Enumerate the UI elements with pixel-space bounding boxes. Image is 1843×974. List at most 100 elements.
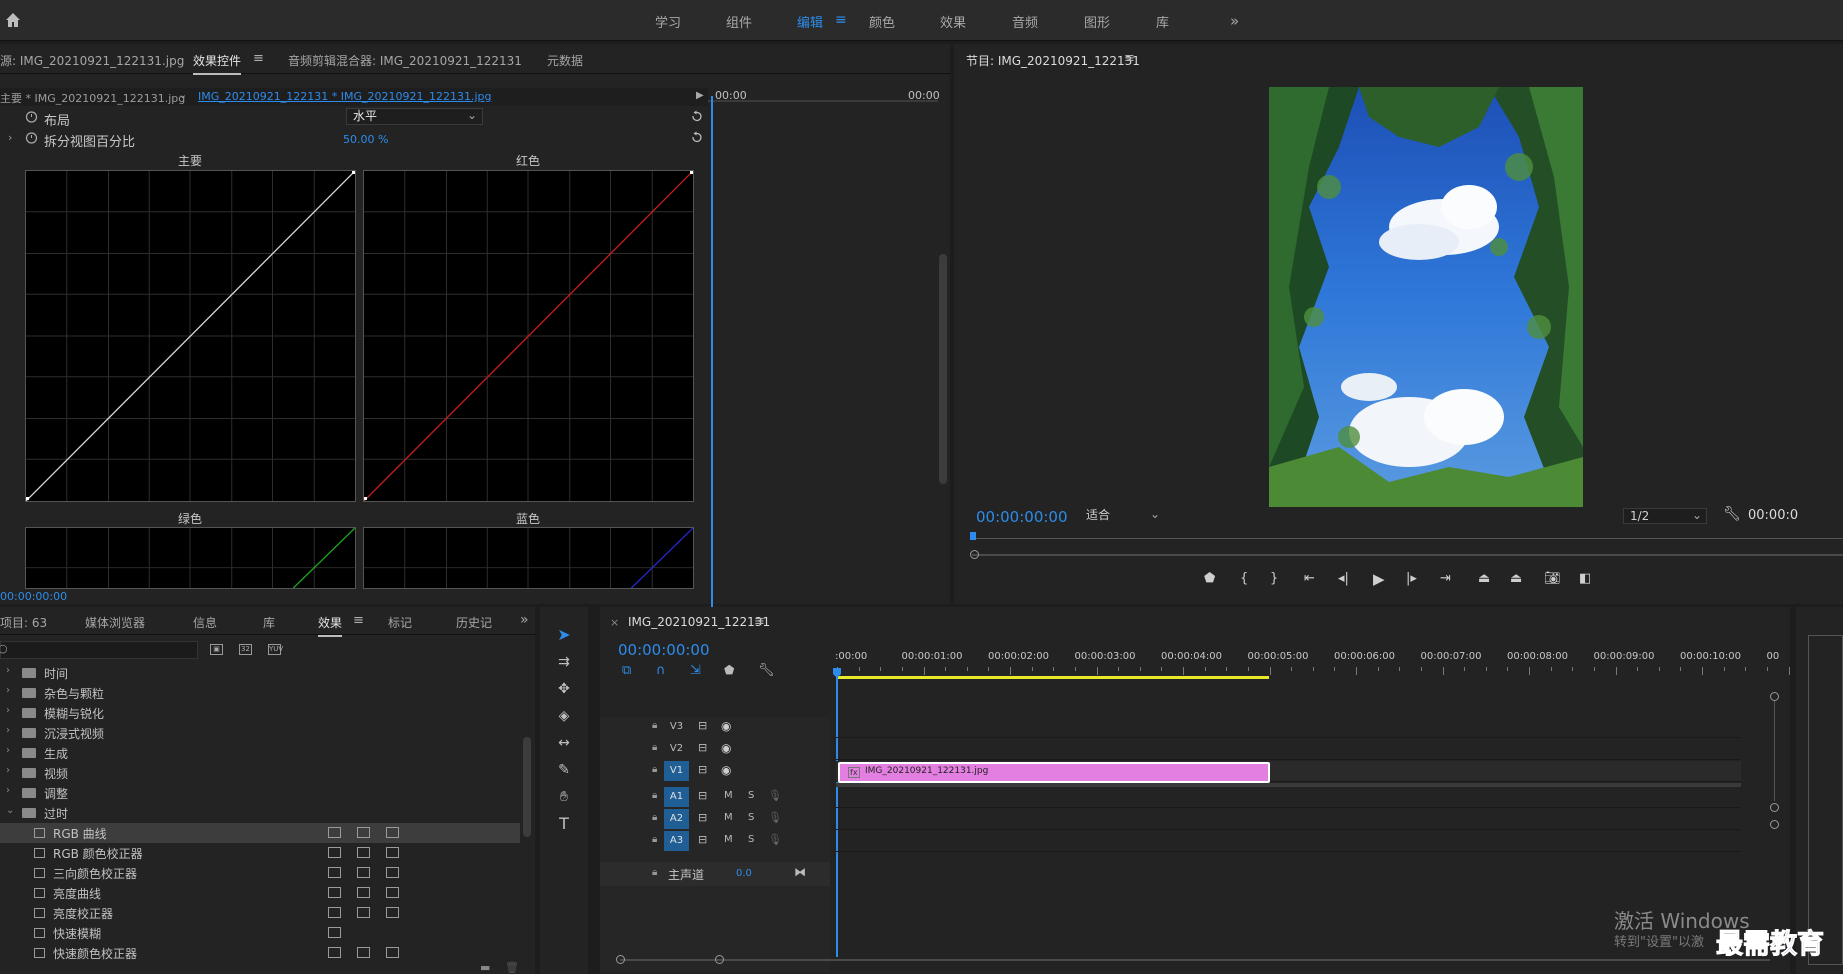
type-tool-icon[interactable]: T bbox=[553, 813, 575, 835]
accelerated-effects-icon[interactable]: ▣ bbox=[210, 644, 223, 655]
lock-icon[interactable]: 🔒︎ bbox=[652, 720, 657, 731]
workspace-learn[interactable]: 学习 bbox=[655, 12, 681, 31]
track-lane-v3[interactable] bbox=[836, 717, 1741, 738]
export-frame-icon[interactable]: 📷︎ bbox=[1544, 571, 1561, 586]
effect-folder[interactable]: › 杂色与颗粒 bbox=[0, 683, 520, 703]
sync-lock-icon[interactable]: ⊟ bbox=[698, 741, 707, 754]
lock-icon[interactable]: 🔒︎ bbox=[652, 790, 657, 801]
workspace-effects[interactable]: 效果 bbox=[940, 12, 966, 31]
sequence-clip-label[interactable]: IMG_20210921_122131 * IMG_20210921_12213… bbox=[198, 90, 492, 103]
compare-view-icon[interactable]: ◧ bbox=[1579, 571, 1591, 586]
tab-media-browser[interactable]: 媒体浏览器 bbox=[85, 614, 145, 631]
workspace-graphics[interactable]: 图形 bbox=[1084, 12, 1110, 31]
effect-folder[interactable]: › 调整 bbox=[0, 783, 520, 803]
time-ruler[interactable]: :00:00 00:00:01:00 00:00:02:00 00:00:03:00 0… bbox=[835, 651, 1833, 687]
mark-out-icon[interactable]: } bbox=[1270, 571, 1278, 586]
chevron-right-icon[interactable]: › bbox=[6, 705, 10, 716]
microphone-icon[interactable]: 🎙︎ bbox=[768, 833, 782, 846]
reset-icon[interactable] bbox=[690, 110, 703, 123]
slip-tool-icon[interactable]: ↔ bbox=[553, 732, 575, 754]
chevron-right-icon[interactable]: › bbox=[6, 745, 10, 756]
ec-scrollbar[interactable] bbox=[939, 254, 947, 484]
go-to-next-edit-icon[interactable]: ⧓ bbox=[794, 865, 806, 879]
effects-search-input[interactable]: ○ bbox=[0, 641, 198, 659]
lift-icon[interactable]: ⏏ bbox=[1478, 571, 1490, 586]
track-target-a2[interactable]: A2 bbox=[664, 809, 689, 829]
effect-folder[interactable]: › 模糊与锐化 bbox=[0, 703, 520, 723]
more-tabs-icon[interactable]: » bbox=[520, 612, 529, 628]
chevron-right-icon[interactable]: › bbox=[6, 725, 10, 736]
yuv-effects-icon[interactable]: YUV bbox=[268, 644, 283, 655]
track-lane-master[interactable] bbox=[836, 853, 1741, 877]
red-curve-graph[interactable] bbox=[363, 170, 694, 502]
timeline-clip[interactable]: fx IMG_20210921_122131.jpg bbox=[838, 762, 1270, 783]
step-back-icon[interactable]: ◂| bbox=[1338, 571, 1349, 586]
panel-menu-icon[interactable]: ≡ bbox=[1124, 51, 1135, 66]
play-arrow-icon[interactable]: ▶ bbox=[696, 90, 704, 101]
effect-item[interactable]: 三向颜色校正器 bbox=[0, 863, 520, 883]
track-select-tool-icon[interactable]: ⇉ bbox=[553, 651, 575, 673]
microphone-icon[interactable]: 🎙︎ bbox=[768, 811, 782, 824]
lock-icon[interactable]: 🔒︎ bbox=[652, 764, 657, 775]
workspace-menu-icon[interactable]: ≡ bbox=[835, 12, 847, 28]
effect-item[interactable]: 亮度曲线 bbox=[0, 883, 520, 903]
workspace-audio[interactable]: 音频 bbox=[1012, 12, 1038, 31]
snap-icon[interactable]: ∩ bbox=[656, 663, 666, 678]
green-curve-graph[interactable] bbox=[25, 527, 356, 589]
program-zoom-bar[interactable] bbox=[972, 554, 1843, 556]
new-bin-icon[interactable]: ▬ bbox=[480, 961, 490, 974]
effect-folder[interactable]: › 沉浸式视频 bbox=[0, 723, 520, 743]
track-target-v3[interactable]: V3 bbox=[664, 717, 689, 737]
track-target-a3[interactable]: A3 bbox=[664, 831, 689, 851]
close-icon[interactable]: × bbox=[610, 616, 619, 629]
mute-button[interactable]: M bbox=[724, 834, 733, 845]
delete-icon[interactable]: 🗑︎ bbox=[505, 961, 519, 974]
blue-curve-graph[interactable] bbox=[363, 527, 694, 589]
32bit-effects-icon[interactable]: 32 bbox=[239, 644, 252, 655]
tab-source[interactable]: 源: IMG_20210921_122131.jpg bbox=[0, 52, 184, 69]
selection-tool-icon[interactable]: ➤ bbox=[553, 624, 575, 646]
zoom-handle-left[interactable] bbox=[616, 955, 625, 964]
mute-button[interactable]: M bbox=[724, 790, 733, 801]
eye-icon[interactable]: ◉ bbox=[721, 741, 731, 755]
tab-effects[interactable]: 效果 bbox=[318, 614, 343, 637]
chevron-right-icon[interactable]: › bbox=[6, 685, 10, 696]
nest-icon[interactable]: ⧉ bbox=[622, 663, 631, 678]
effect-folder[interactable]: › 生成 bbox=[0, 743, 520, 763]
timeline-zoom-bar[interactable] bbox=[620, 959, 1770, 961]
track-target-v2[interactable]: V2 bbox=[664, 739, 689, 759]
effect-item[interactable]: RGB 颜色校正器 bbox=[0, 843, 520, 863]
zoom-handle-left[interactable] bbox=[970, 550, 979, 559]
add-marker-icon[interactable]: ⬟ bbox=[1204, 571, 1215, 586]
tab-info[interactable]: 信息 bbox=[193, 614, 217, 631]
wrench-icon[interactable]: 🔧︎ bbox=[1723, 506, 1741, 522]
work-area-bar[interactable] bbox=[837, 676, 1269, 679]
eye-icon[interactable]: ◉ bbox=[721, 719, 731, 733]
extract-icon[interactable]: ⏏ bbox=[1510, 571, 1522, 586]
sync-lock-icon[interactable]: ⊟ bbox=[698, 789, 707, 802]
tab-metadata[interactable]: 元数据 bbox=[547, 52, 583, 69]
scroll-handle-audio[interactable] bbox=[1770, 820, 1779, 829]
chevron-right-icon[interactable]: › bbox=[6, 665, 10, 676]
lock-icon[interactable]: 🔒︎ bbox=[652, 742, 657, 753]
reset-icon[interactable] bbox=[690, 131, 703, 144]
razor-tool-icon[interactable]: ◈ bbox=[553, 705, 575, 727]
step-forward-icon[interactable]: |▸ bbox=[1406, 571, 1417, 586]
workspace-color[interactable]: 颜色 bbox=[869, 12, 895, 31]
more-workspaces-icon[interactable]: » bbox=[1230, 12, 1239, 30]
tab-project[interactable]: 项目: 63 bbox=[0, 614, 47, 631]
sync-lock-icon[interactable]: ⊟ bbox=[698, 811, 707, 824]
tab-audio-mixer[interactable]: 音频剪辑混合器: IMG_20210921_122131 bbox=[288, 52, 522, 69]
panel-menu-icon[interactable]: ≡ bbox=[754, 614, 765, 629]
eye-icon[interactable]: ◉ bbox=[721, 763, 731, 777]
chevron-right-icon[interactable]: › bbox=[6, 765, 10, 776]
workspace-assembly[interactable]: 组件 bbox=[726, 12, 752, 31]
panel-menu-icon[interactable]: ≡ bbox=[353, 613, 364, 628]
track-target-v1[interactable]: V1 bbox=[664, 761, 689, 781]
chevron-right-icon[interactable]: › bbox=[8, 131, 12, 144]
hand-tool-icon[interactable]: ✋︎ bbox=[553, 786, 575, 808]
scroll-handle-top[interactable] bbox=[1770, 692, 1779, 701]
add-marker-icon[interactable]: ⬟ bbox=[724, 663, 734, 677]
ripple-edit-tool-icon[interactable]: ✥ bbox=[553, 678, 575, 700]
track-lane-a3[interactable] bbox=[836, 831, 1741, 852]
